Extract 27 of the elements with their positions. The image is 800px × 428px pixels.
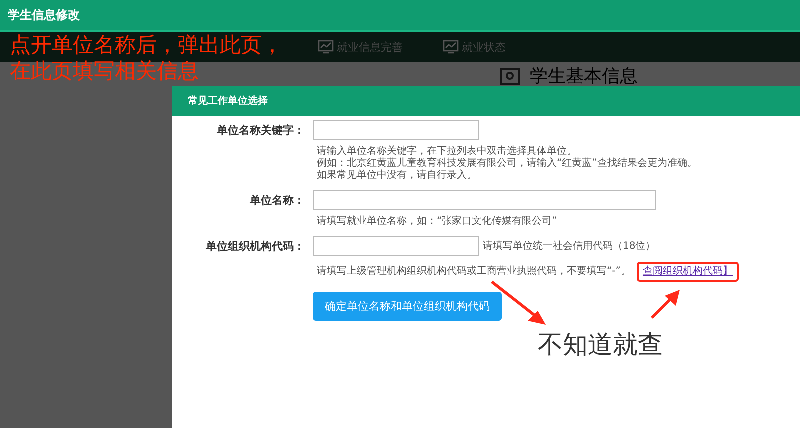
input-field[interactable] [313,120,479,140]
window-title: 学生信息修改 [8,6,80,24]
annotation-text: 不知道就查 [538,329,663,361]
section-heading: 学生基本信息 [530,65,638,88]
arrow [491,280,546,325]
field-label: 单位组织机构代码： [206,238,305,254]
tab[interactable]: 就业信息完善 [318,40,403,54]
help-text: 请填写就业单位名称，如：“张家口文化传媒有限公司” [317,216,558,228]
field-hint: 请填写单位统一社会信用代码（18位） [483,240,656,253]
confirm-button[interactable]: 确定单位名称和单位组织机构代码 [313,292,502,321]
annotation-text: 点开单位名称后，弹出此页， [10,32,283,58]
help-text: 请填写上级管理机构组织机构代码或工商营业执照代码，不要填写“-”。 [317,266,631,278]
lookup-link[interactable]: 查阅组织机构代码】 [642,266,733,277]
chart-icon [443,40,459,54]
dialog-title: 常见工作单位选择 [188,94,268,108]
field-label: 单位名称关键字： [217,122,305,138]
help-text: 例如：北京红黄蓝儿童教育科技发展有限公司，请输入“红黄蓝”查找结果会更为准确。 [317,158,698,170]
id-card-icon [500,66,520,86]
help-text: 如果常见单位中没有，请自行录入。 [317,170,477,182]
chart-icon [318,40,334,54]
tab[interactable]: 就业状态 [443,40,506,54]
field-label: 单位名称： [250,192,305,208]
arrow [650,290,680,320]
input-field[interactable] [313,190,656,210]
help-text: 请输入单位名称关键字，在下拉列表中双击选择具体单位。 [317,146,577,158]
input-field[interactable] [313,236,479,256]
annotation-text: 在此页填写相关信息 [10,58,200,84]
